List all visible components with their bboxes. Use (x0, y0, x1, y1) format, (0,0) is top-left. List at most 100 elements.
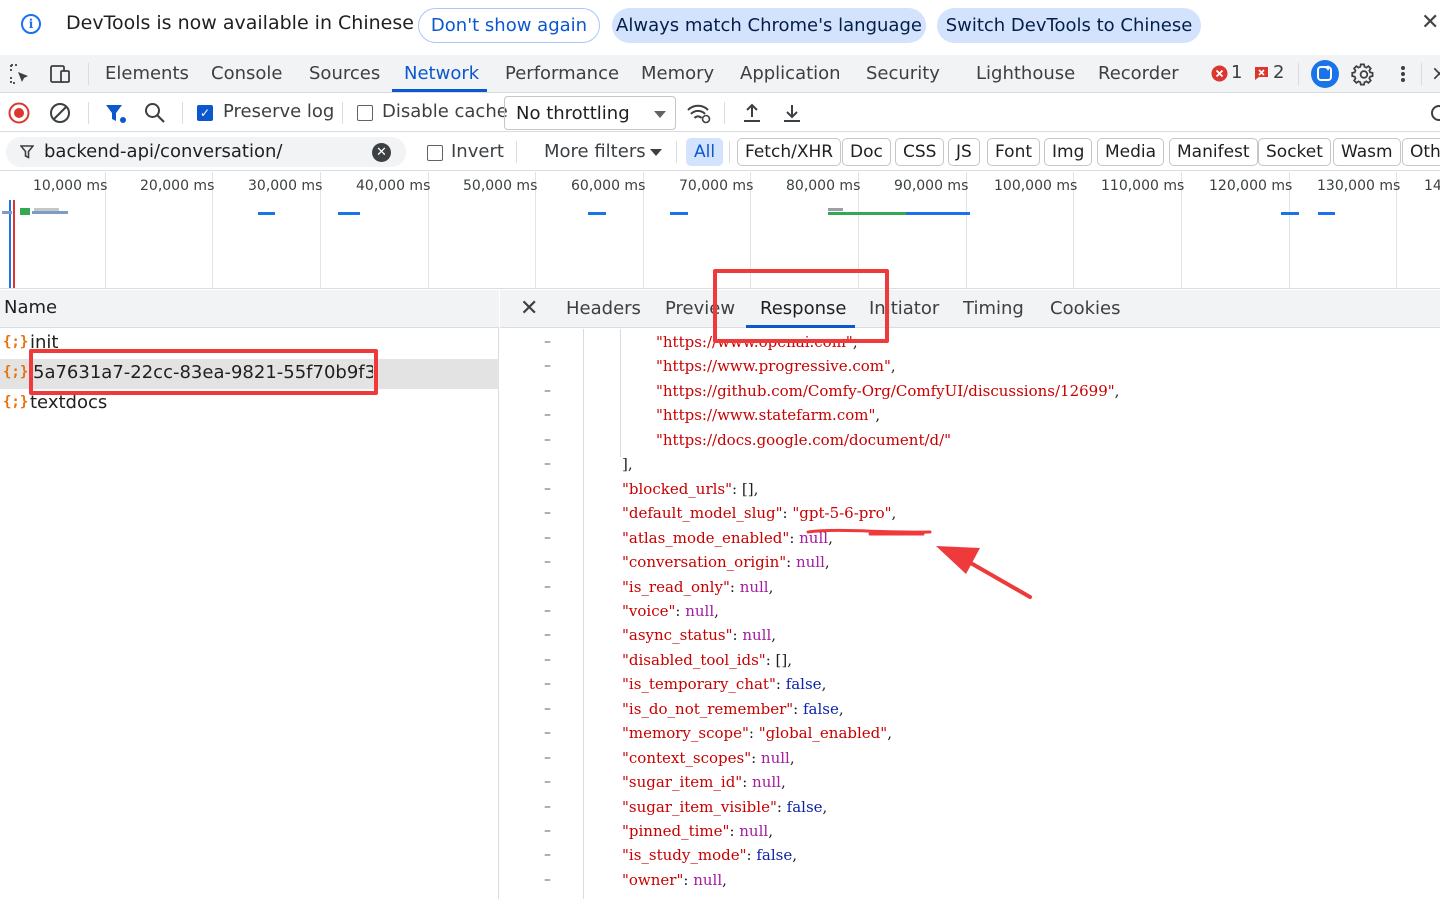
json-key: "pinned_time" (622, 822, 730, 840)
network-toolbar: ✓ Preserve log Disable cache No throttli… (0, 94, 1440, 132)
fold-gutter-dash[interactable]: – (544, 530, 551, 546)
fold-gutter-dash[interactable]: – (544, 652, 551, 668)
tab-headers[interactable]: Headers (566, 298, 641, 319)
device-toggle-icon[interactable] (49, 63, 71, 85)
close-icon[interactable]: ✕ (1421, 10, 1439, 35)
request-list: Name {;} init {;} 5a7631a7-22cc-83ea-982… (0, 290, 499, 899)
error-count[interactable]: 1 (1231, 62, 1242, 83)
fold-gutter-dash[interactable]: – (544, 407, 551, 423)
tab-console[interactable]: Console (211, 63, 282, 84)
gear-icon[interactable] (1351, 63, 1374, 86)
response-body[interactable]: "https://www.openai.com", "https://www.pr… (500, 329, 1440, 899)
error-icon[interactable] (1211, 65, 1228, 82)
tab-memory[interactable]: Memory (641, 63, 714, 84)
fold-gutter-dash[interactable]: – (544, 481, 551, 497)
tab-elements[interactable]: Elements (105, 63, 189, 84)
type-wasm[interactable]: Wasm (1333, 138, 1401, 166)
fetch-request-icon: {;} (3, 364, 29, 380)
tab-sources[interactable]: Sources (309, 63, 380, 84)
type-img[interactable]: Img (1044, 138, 1093, 166)
fold-gutter-dash[interactable]: – (544, 823, 551, 839)
switch-to-chinese-button[interactable]: Switch DevTools to Chinese (937, 8, 1201, 43)
json-key: "sugar_item_visible" (622, 797, 777, 816)
type-js[interactable]: JS (948, 138, 980, 166)
fold-gutter-dash[interactable]: – (544, 676, 551, 692)
name-column-header[interactable]: Name (4, 297, 57, 318)
more-filters-button[interactable]: More filters (544, 141, 646, 162)
close-icon[interactable]: ✕ (520, 296, 538, 321)
tab-performance[interactable]: Performance (505, 63, 619, 84)
type-font[interactable]: Font (987, 138, 1041, 166)
fold-gutter-dash[interactable]: – (544, 847, 551, 863)
tab-network[interactable]: Network (404, 63, 479, 84)
detail-tab-bar: ✕ Headers Preview Response Initiator Tim… (500, 290, 1440, 328)
more-vert-icon[interactable] (1394, 64, 1412, 84)
dont-show-again-button[interactable]: Don't show again (418, 8, 600, 43)
request-bar (1318, 212, 1335, 215)
fold-gutter-dash[interactable]: – (544, 334, 551, 350)
invert-checkbox[interactable] (427, 145, 443, 161)
fold-gutter-dash[interactable]: – (544, 627, 551, 643)
upload-icon[interactable] (741, 102, 763, 124)
tab-lighthouse[interactable]: Lighthouse (976, 63, 1075, 84)
request-bar (588, 212, 606, 215)
tab-recorder[interactable]: Recorder (1098, 63, 1179, 84)
json-value: null (685, 601, 715, 620)
always-match-language-button[interactable]: Always match Chrome's language (612, 8, 926, 43)
fold-gutter-dash[interactable]: – (544, 456, 551, 472)
timeline-tick-label: 120,000 ms (1209, 178, 1293, 194)
filter-icon[interactable] (104, 103, 128, 125)
inspect-icon[interactable] (9, 63, 31, 85)
clear-icon[interactable] (49, 102, 71, 124)
search-icon[interactable] (144, 102, 166, 124)
fold-gutter-dash[interactable]: – (544, 774, 551, 790)
preserve-log-label[interactable]: Preserve log (223, 101, 334, 122)
fold-gutter-dash[interactable]: – (544, 750, 551, 766)
fold-gutter-dash[interactable]: – (544, 383, 551, 399)
type-socket[interactable]: Socket (1258, 138, 1331, 166)
fold-gutter-dash[interactable]: – (544, 872, 551, 888)
warning-icon[interactable] (1253, 65, 1270, 82)
type-all[interactable]: All (686, 138, 724, 166)
json-value: "global_enabled" (758, 724, 888, 743)
fold-gutter-dash[interactable]: – (544, 432, 551, 448)
clear-filter-icon[interactable]: ✕ (372, 143, 391, 162)
fold-gutter-dash[interactable]: – (544, 554, 551, 570)
throttling-select[interactable]: No throttling (504, 96, 676, 130)
fold-gutter-dash[interactable]: – (544, 579, 551, 595)
preserve-log-checkbox[interactable]: ✓ (197, 105, 213, 121)
fold-gutter-dash[interactable]: – (544, 505, 551, 521)
tab-security[interactable]: Security (866, 63, 940, 84)
fold-gutter-dash[interactable]: – (544, 701, 551, 717)
filter-input[interactable]: backend-api/conversation/ ✕ (6, 137, 406, 167)
disable-cache-checkbox[interactable] (357, 105, 373, 121)
type-fetch-xhr[interactable]: Fetch/XHR (737, 138, 842, 166)
type-css[interactable]: CSS (895, 138, 945, 166)
type-manifest[interactable]: Manifest (1169, 138, 1258, 166)
json-value: null (693, 870, 723, 889)
invert-label[interactable]: Invert (451, 141, 504, 162)
network-conditions-icon[interactable] (686, 102, 712, 124)
fold-gutter-dash[interactable]: – (544, 603, 551, 619)
tab-application[interactable]: Application (740, 63, 841, 84)
fold-gutter-dash[interactable]: – (544, 799, 551, 815)
dock-side-icon[interactable]: × (1431, 61, 1440, 85)
ai-assist-icon[interactable] (1310, 59, 1340, 89)
fold-gutter-dash[interactable]: – (544, 725, 551, 741)
annotation-highlight-box (713, 269, 889, 343)
tab-timing[interactable]: Timing (963, 298, 1024, 319)
download-icon[interactable] (781, 102, 803, 124)
type-media[interactable]: Media (1097, 138, 1165, 166)
warning-count[interactable]: 2 (1273, 62, 1284, 83)
json-key: "memory_scope" (622, 724, 749, 743)
fetch-request-icon: {;} (3, 334, 29, 350)
disable-cache-label[interactable]: Disable cache (382, 101, 508, 122)
gear-icon[interactable] (1428, 102, 1440, 124)
tab-cookies[interactable]: Cookies (1050, 298, 1120, 319)
json-line: "owner": null, (622, 870, 727, 889)
fold-gutter-dash[interactable]: – (544, 358, 551, 374)
record-icon[interactable] (8, 102, 30, 124)
json-key: "default_model_slug" (622, 504, 783, 523)
type-other[interactable]: Oth (1402, 138, 1440, 166)
type-doc[interactable]: Doc (842, 138, 891, 166)
